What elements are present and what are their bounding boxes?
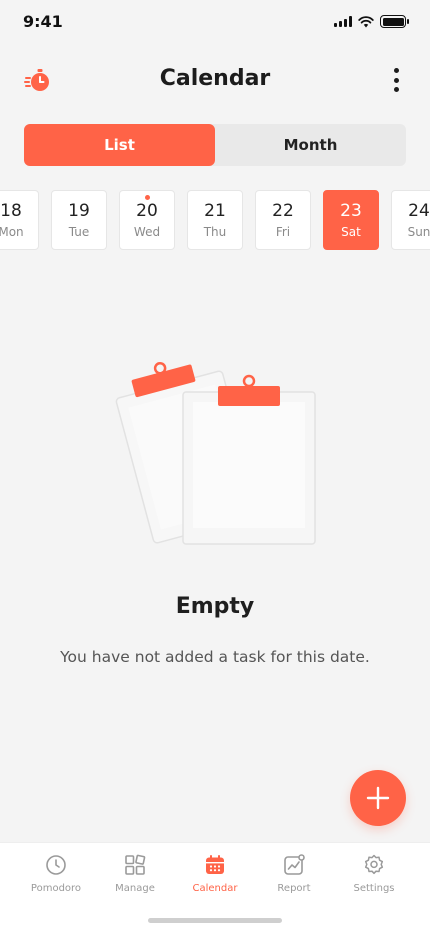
nav-label: Manage <box>115 883 155 894</box>
chart-icon <box>284 854 305 875</box>
status-icons <box>334 15 409 28</box>
empty-state-title: Empty <box>175 594 255 619</box>
date-item[interactable]: 21 Thu <box>187 190 243 250</box>
nav-item-settings[interactable]: Settings <box>334 853 414 894</box>
add-task-button[interactable] <box>350 770 406 826</box>
date-number: 18 <box>0 201 22 221</box>
more-vertical-icon[interactable] <box>392 68 400 92</box>
date-day: Tue <box>68 225 90 239</box>
nav-label: Report <box>277 883 311 894</box>
battery-icon <box>380 15 409 28</box>
date-item[interactable]: 24 Sun <box>391 190 430 250</box>
status-time: 9:41 <box>23 12 63 31</box>
wifi-icon <box>358 15 374 27</box>
date-day: Wed <box>133 225 161 239</box>
calendar-icon <box>206 855 224 874</box>
date-item-selected[interactable]: 23 Sat <box>323 190 379 250</box>
date-number: 23 <box>340 201 362 221</box>
date-number: 20 <box>136 201 158 221</box>
app-header: Calendar <box>0 56 430 104</box>
date-number: 21 <box>204 201 226 221</box>
nav-item-manage[interactable]: Manage <box>95 853 175 894</box>
empty-clipboard-illustration <box>115 361 316 545</box>
nav-item-report[interactable]: Report <box>254 853 334 894</box>
plus-icon <box>366 786 390 810</box>
date-item[interactable]: 18 Mon <box>0 190 39 250</box>
grid-icon <box>125 854 146 875</box>
home-indicator <box>148 918 282 923</box>
date-item[interactable]: 20 Wed <box>119 190 175 250</box>
nav-label: Pomodoro <box>30 883 82 894</box>
date-item[interactable]: 22 Fri <box>255 190 311 250</box>
gear-icon <box>364 854 384 875</box>
page-title: Calendar <box>159 66 271 91</box>
date-number: 24 <box>408 201 430 221</box>
date-number: 22 <box>272 201 294 221</box>
nav-label: Settings <box>353 883 395 894</box>
tab-list[interactable]: List <box>24 124 215 166</box>
task-indicator-dot <box>145 195 150 200</box>
date-day: Thu <box>203 225 227 239</box>
date-day: Fri <box>275 225 291 239</box>
signal-icon <box>334 16 352 27</box>
tab-month[interactable]: Month <box>215 124 406 166</box>
view-toggle: List Month <box>24 124 406 166</box>
date-number: 19 <box>68 201 90 221</box>
date-day: Sat <box>341 225 361 239</box>
date-strip: 18 Mon 19 Tue 20 Wed 21 Thu 22 Fri 23 Sat 24 Su… <box>0 190 430 250</box>
calendar-screen: 9:41 Calendar List Month 18 Mon 19 Tue 2… <box>0 0 430 932</box>
nav-item-pomodoro[interactable]: Pomodoro <box>16 853 96 894</box>
clock-icon <box>46 855 66 875</box>
empty-state-message: You have not added a task for this date. <box>60 648 370 666</box>
date-item[interactable]: 19 Tue <box>51 190 107 250</box>
nav-item-calendar[interactable]: Calendar <box>175 853 255 894</box>
status-bar: 9:41 <box>0 0 430 44</box>
date-day: Mon <box>0 225 24 239</box>
nav-label: Calendar <box>192 883 238 894</box>
date-day: Sun <box>407 225 430 239</box>
